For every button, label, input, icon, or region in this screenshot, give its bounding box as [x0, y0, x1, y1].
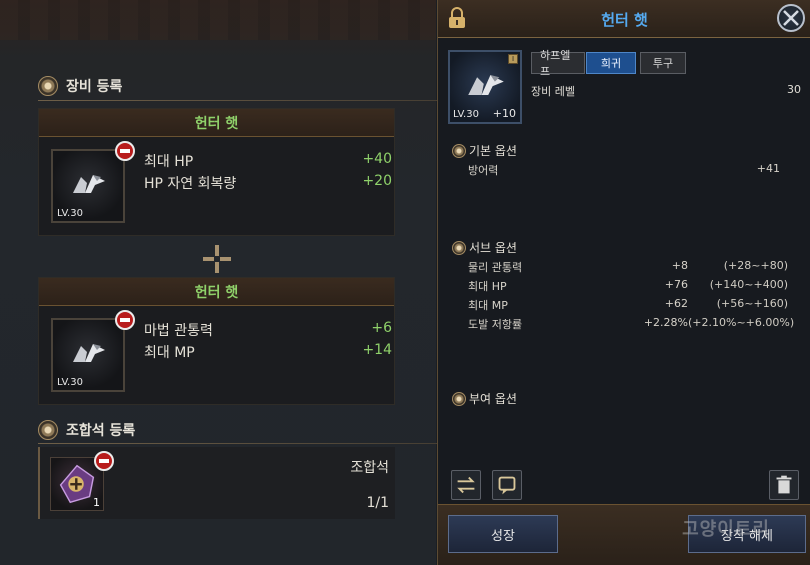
grant-options-header: 부여 옵션 [452, 390, 517, 407]
sub-option-row: 도발 저항률 +2.28% (+2.10%~+6.00%) [468, 316, 795, 332]
slot-2-level: LV.30 [57, 377, 83, 388]
delete-button[interactable] [769, 470, 799, 500]
option-value: +62 [664, 297, 688, 310]
ornament-icon [452, 240, 466, 255]
gem-remove-button[interactable] [94, 451, 114, 471]
slot-1-stat-row: HP 자연 회복량 +20 [144, 173, 392, 193]
option-range: (+2.10%~+6.00%) [688, 316, 795, 329]
helmet-wing-icon [73, 344, 105, 362]
option-value: +2.28% [643, 316, 688, 329]
sub-option-row: 물리 관통력 +8 (+28~+80) [468, 259, 788, 275]
gem-name: 조합석 [350, 460, 389, 476]
swap-button[interactable] [451, 470, 481, 500]
gem-section-title: 조합석 등록 [66, 423, 136, 439]
close-x-icon [783, 10, 799, 26]
stat-value: +20 [362, 173, 392, 189]
equip-section-header: 장비 등록 [38, 75, 122, 97]
ornament-icon [38, 76, 58, 96]
equip-level-value: 30 [787, 83, 801, 96]
helmet-wing-icon [73, 175, 105, 193]
slot-2-item-thumbnail[interactable]: LV.30 [51, 318, 125, 392]
slot-1-stat-row: 최대 HP +40 [144, 151, 392, 171]
gem-slot[interactable]: 1 조합석 1/1 [38, 447, 395, 519]
stat-name: 마법 관통력 [144, 323, 213, 339]
slot-1-item-name: 헌터 햇 [39, 109, 394, 137]
equip-slot-1[interactable]: 헌터 햇 LV.30 최대 HP +40 HP 자연 회복량 +20 [38, 108, 395, 236]
stat-name: 최대 HP [144, 154, 194, 170]
equip-level-row: 장비 레벨 30 [531, 83, 801, 99]
race-tag: 하프엘프 [531, 49, 585, 78]
option-name: 최대 HP [468, 280, 507, 293]
slot-2-stat-row: 최대 MP +14 [144, 342, 392, 362]
option-value: +41 [756, 162, 780, 175]
slot-2-item-name: 헌터 햇 [39, 278, 394, 306]
sub-option-row: 최대 MP +62 (+56~+160) [468, 297, 788, 313]
option-range: (+56~+160) [716, 297, 788, 310]
slot-1-level: LV.30 [57, 208, 83, 219]
sub-options-title: 서브 옵션 [469, 241, 517, 255]
detail-item-level: LV.30 [453, 109, 479, 120]
grow-button[interactable]: 성장 [448, 515, 558, 553]
slot-2-stat-row: 마법 관통력 +6 [144, 320, 392, 340]
stat-value: +14 [362, 342, 392, 358]
slot-2-body: LV.30 마법 관통력 +6 최대 MP +14 [39, 306, 394, 404]
sub-options-header: 서브 옵션 [452, 239, 517, 256]
message-button[interactable] [492, 470, 522, 500]
rarity-tag: 희귀 [586, 52, 636, 74]
stat-name: HP 자연 회복량 [144, 176, 237, 192]
slot-1-remove-button[interactable] [115, 141, 135, 161]
equip-level-label: 장비 레벨 [531, 85, 575, 98]
option-value: +76 [664, 278, 688, 291]
slot-type-tag: 투구 [640, 52, 686, 74]
swap-arrows-icon [457, 476, 475, 494]
ornament-icon [452, 391, 466, 406]
option-range: (+140~+400) [709, 278, 788, 291]
helmet-wing-icon [468, 75, 504, 95]
equip-section-title: 장비 등록 [66, 79, 123, 95]
option-value: +8 [671, 259, 688, 272]
detail-item-thumbnail: I LV.30 +10 [448, 50, 522, 124]
ornament-icon [38, 420, 58, 440]
stat-name: 최대 MP [144, 345, 195, 361]
gem-section-header: 조합석 등록 [38, 419, 135, 441]
item-detail-panel: 헌터 햇 I LV.30 +10 하프엘프 희귀 투구 장비 레벨 30 기본 … [437, 0, 810, 565]
option-name: 최대 MP [468, 299, 508, 312]
message-icon [498, 476, 516, 495]
detail-title: 헌터 햇 [601, 11, 648, 29]
detail-item-enhance: +10 [492, 107, 516, 120]
slot-2-remove-button[interactable] [115, 310, 135, 330]
sub-option-row: 최대 HP +76 (+140~+400) [468, 278, 788, 294]
slot-1-body: LV.30 최대 HP +40 HP 자연 회복량 +20 [39, 137, 394, 235]
option-name: 물리 관통력 [468, 261, 523, 274]
option-name: 방어력 [468, 164, 499, 177]
option-name: 도발 저항률 [468, 318, 523, 331]
stat-value: +6 [371, 320, 392, 336]
option-range: (+28~+80) [723, 259, 788, 272]
base-options-header: 기본 옵션 [452, 142, 517, 159]
ornament-icon [452, 143, 466, 158]
slot-1-item-thumbnail[interactable]: LV.30 [51, 149, 125, 223]
watermark-logo: 고양이트리 [682, 519, 770, 540]
gem-count: 1 [93, 496, 100, 509]
close-button[interactable] [777, 4, 805, 32]
equip-slot-2[interactable]: 헌터 햇 LV.30 마법 관통력 +6 최대 MP +14 [38, 277, 395, 405]
stat-value: +40 [362, 151, 392, 167]
detail-header: 헌터 햇 [438, 0, 810, 38]
trash-icon [776, 475, 792, 494]
base-options-title: 기본 옵션 [469, 144, 517, 158]
tier-badge: I [508, 54, 518, 64]
base-option-row: 방어력 +41 [468, 162, 788, 178]
gem-quantity: 1/1 [366, 495, 389, 511]
grant-options-title: 부여 옵션 [469, 392, 517, 406]
combine-plus-icon [203, 245, 231, 273]
